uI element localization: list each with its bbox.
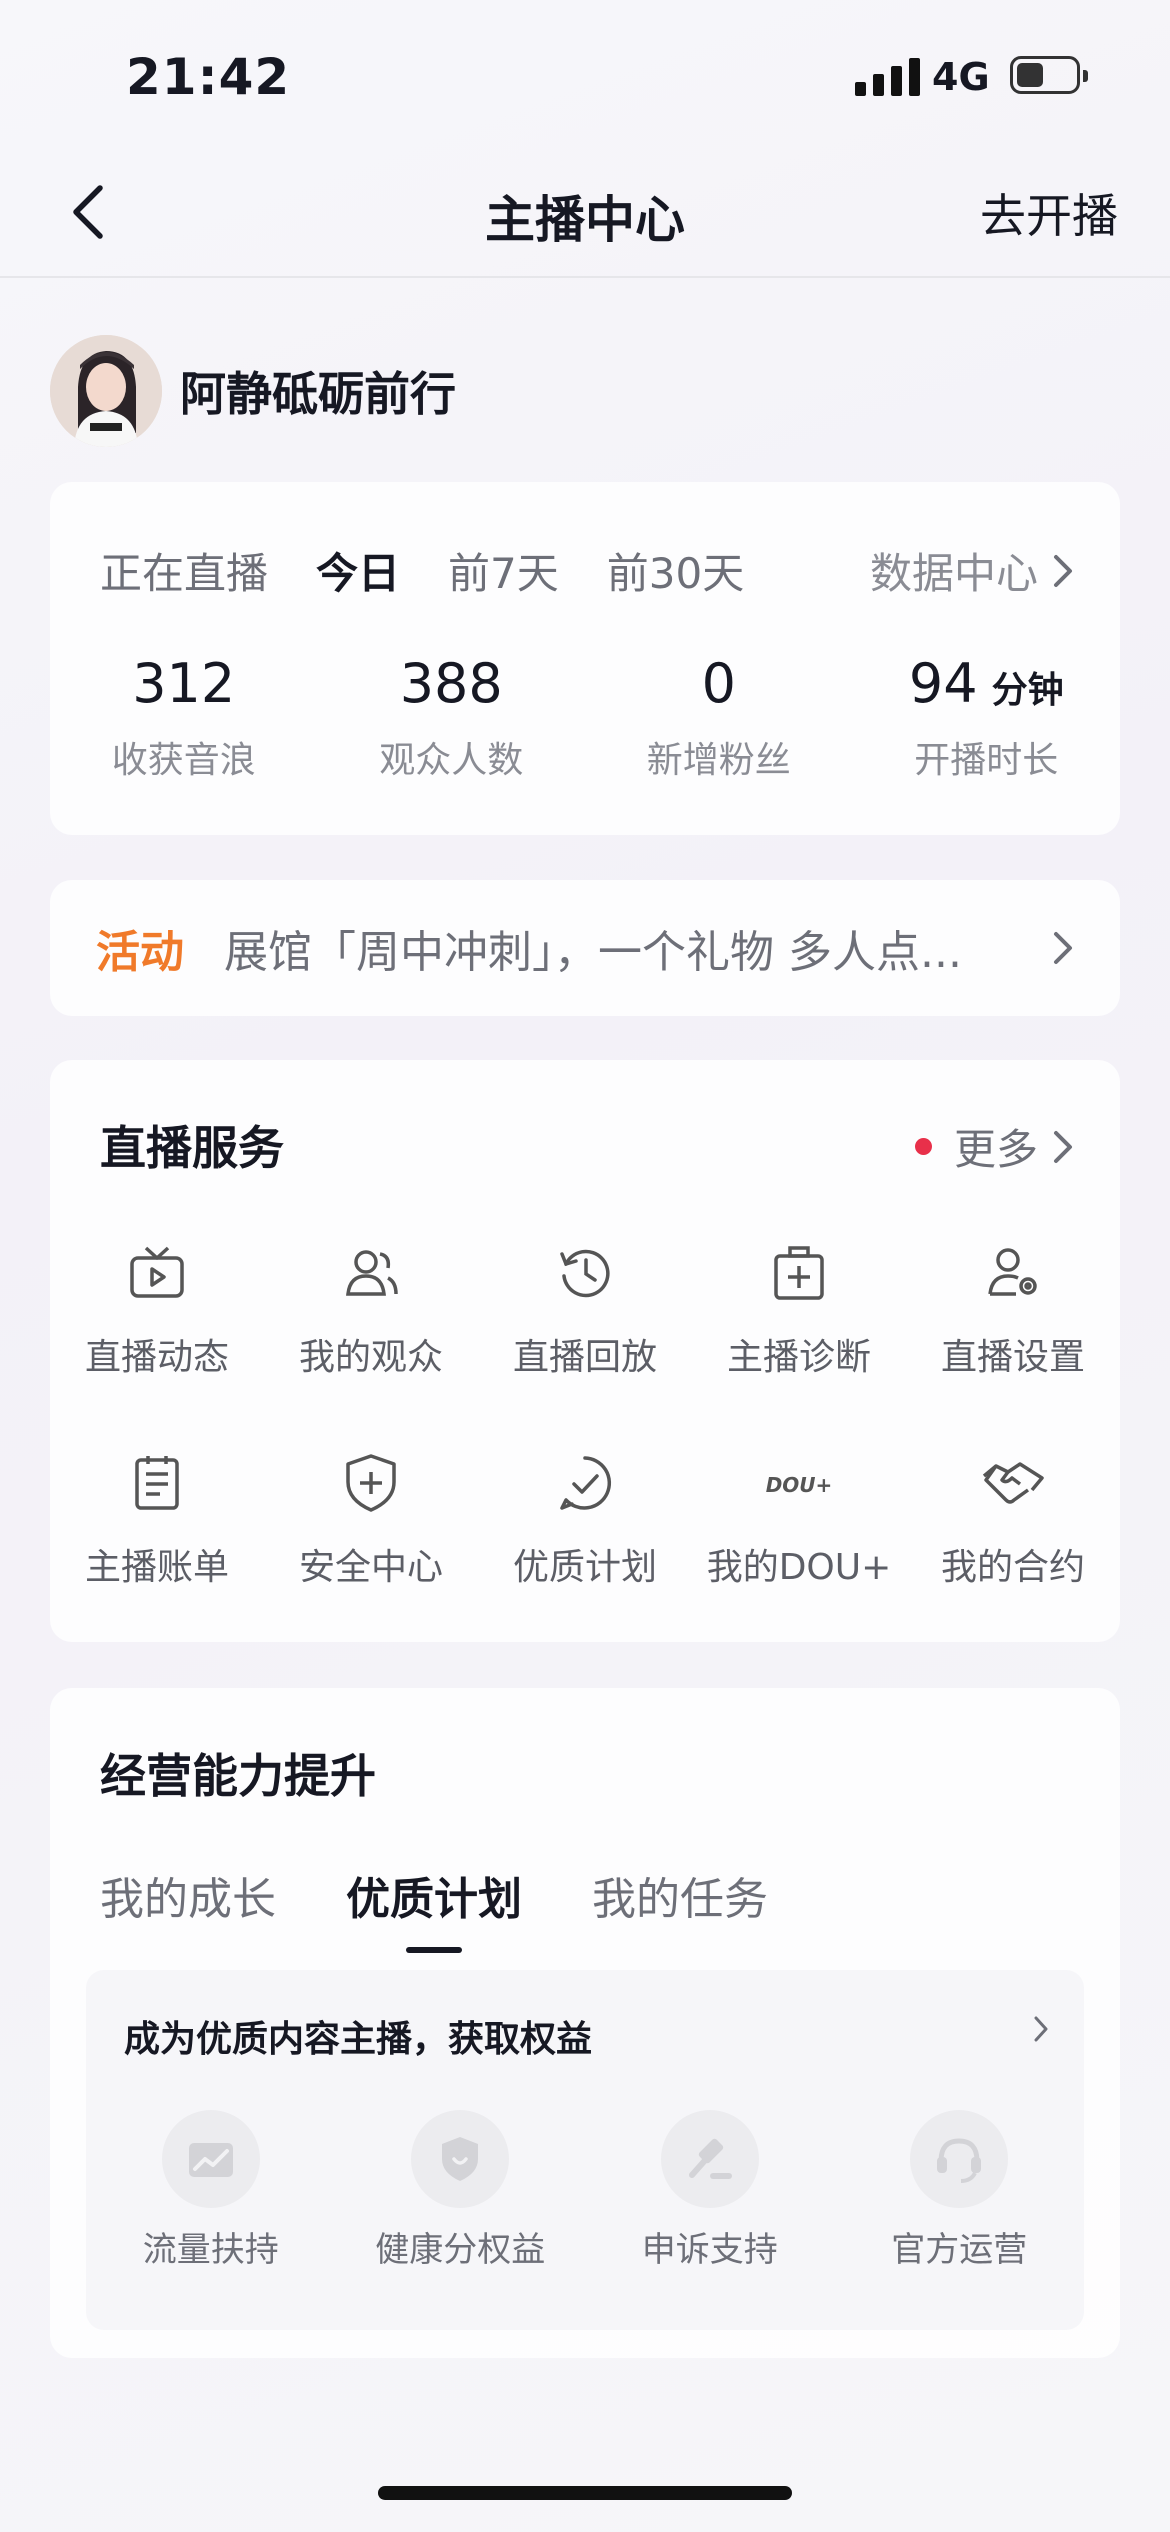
business-card: 经营能力提升 我的成长 优质计划 我的任务 成为优质内容主播，获取权益 流量扶持… bbox=[50, 1688, 1120, 2358]
more-link[interactable]: 更多 bbox=[914, 1116, 1074, 1177]
activity-tag: 活动 bbox=[96, 927, 184, 978]
stat-value: 312 bbox=[132, 652, 236, 715]
check-bubble-icon bbox=[560, 1456, 612, 1510]
stat-unit: 分钟 bbox=[991, 670, 1064, 711]
tab-today[interactable]: 今日 bbox=[316, 540, 400, 601]
stats-tabs: 正在直播 今日 前7天 前30天 bbox=[100, 540, 744, 601]
service-live-settings[interactable]: 直播设置 bbox=[906, 1240, 1120, 1380]
network-label: 4G bbox=[932, 55, 990, 99]
quality-plan-panel[interactable]: 成为优质内容主播，获取权益 流量扶持 健康分权益 申诉支持 官方运营 bbox=[86, 1970, 1084, 2330]
handshake-icon bbox=[982, 1462, 1044, 1504]
go-live-button[interactable]: 去开播 bbox=[980, 180, 1118, 246]
service-label: 优质计划 bbox=[512, 1547, 657, 1588]
stat-value: 0 bbox=[701, 652, 736, 715]
tab-quality-plan[interactable]: 优质计划 bbox=[346, 1863, 522, 1953]
stat-value: 94 分钟 bbox=[908, 652, 1064, 715]
data-center-label: 数据中心 bbox=[869, 549, 1038, 598]
section-title: 经营能力提升 bbox=[100, 1749, 376, 1803]
benefit-health-score[interactable]: 健康分权益 bbox=[336, 2110, 586, 2271]
service-label: 主播诊断 bbox=[726, 1337, 871, 1378]
stats-card: 正在直播 今日 前7天 前30天 数据中心 312 收获音浪 388 观众人数 … bbox=[50, 482, 1120, 835]
shield-plus-icon bbox=[346, 1454, 396, 1512]
service-contract[interactable]: 我的合约 bbox=[906, 1450, 1120, 1590]
stat-label: 观众人数 bbox=[379, 740, 524, 781]
tv-icon bbox=[130, 1246, 184, 1298]
data-center-link[interactable]: 数据中心 bbox=[870, 540, 1074, 601]
service-bill[interactable]: 主播账单 bbox=[50, 1450, 264, 1590]
tab-my-tasks[interactable]: 我的任务 bbox=[592, 1863, 768, 1927]
benefit-label: 健康分权益 bbox=[375, 2230, 546, 2270]
medical-kit-icon bbox=[774, 1246, 824, 1300]
tab-30-days[interactable]: 前30天 bbox=[607, 540, 744, 601]
shield-icon bbox=[411, 2110, 510, 2208]
service-label: 直播回放 bbox=[512, 1337, 657, 1378]
avatar[interactable] bbox=[50, 335, 162, 447]
stat-sound-waves[interactable]: 312 收获音浪 bbox=[50, 652, 318, 783]
section-title: 直播服务 bbox=[100, 1121, 284, 1175]
benefit-label: 申诉支持 bbox=[641, 2230, 778, 2270]
benefit-traffic[interactable]: 流量扶持 bbox=[86, 2110, 336, 2271]
tab-my-growth[interactable]: 我的成长 bbox=[100, 1863, 276, 1927]
stat-viewers[interactable]: 388 观众人数 bbox=[318, 652, 586, 783]
service-label: 我的观众 bbox=[298, 1337, 443, 1378]
activity-text: 展馆「周中冲刺」，一个礼物 多人点... bbox=[224, 927, 962, 978]
stat-new-fans[interactable]: 0 新增粉丝 bbox=[585, 652, 853, 783]
nav-bar: 主播中心 去开播 bbox=[0, 150, 1170, 278]
service-label: 我的DOU+ bbox=[706, 1547, 892, 1588]
service-label: 主播账单 bbox=[84, 1547, 229, 1588]
service-security[interactable]: 安全中心 bbox=[264, 1450, 478, 1590]
dou-plus-icon: DOU+ bbox=[766, 1473, 833, 1497]
bill-icon bbox=[135, 1456, 179, 1510]
headset-icon bbox=[910, 2110, 1009, 2208]
service-replay[interactable]: 直播回放 bbox=[478, 1240, 692, 1380]
panel-title: 成为优质内容主播，获取权益 bbox=[124, 2019, 593, 2060]
service-dou-plus[interactable]: DOU+ 我的DOU+ bbox=[692, 1450, 906, 1590]
stat-live-duration[interactable]: 94 分钟 开播时长 bbox=[853, 652, 1121, 783]
stat-value: 388 bbox=[399, 652, 503, 715]
status-bar: 21:42 4G bbox=[0, 0, 1170, 150]
benefit-label: 流量扶持 bbox=[142, 2230, 279, 2270]
service-label: 我的合约 bbox=[940, 1547, 1085, 1588]
user-name: 阿静砥砺前行 bbox=[180, 367, 456, 421]
live-services-card: 直播服务 更多 直播动态 我的观众 直播回放 主播诊断 直播设置 主播账单 安全… bbox=[50, 1060, 1120, 1642]
notification-dot bbox=[914, 1138, 932, 1155]
benefit-appeal[interactable]: 申诉支持 bbox=[585, 2110, 835, 2271]
chevron-right-icon bbox=[1054, 1130, 1072, 1163]
benefit-label: 官方运营 bbox=[891, 2230, 1028, 2270]
more-label: 更多 bbox=[953, 1125, 1038, 1174]
stat-label: 收获音浪 bbox=[111, 740, 256, 781]
gavel-icon bbox=[660, 2110, 759, 2208]
benefit-official-ops[interactable]: 官方运营 bbox=[835, 2110, 1085, 2271]
signal-icon bbox=[855, 58, 920, 96]
chevron-right-icon bbox=[1034, 2016, 1048, 2042]
replay-clock-icon bbox=[560, 1249, 610, 1298]
traffic-chart-icon bbox=[161, 2110, 260, 2208]
chevron-right-icon bbox=[1054, 932, 1072, 964]
service-label: 直播动态 bbox=[84, 1337, 229, 1378]
user-profile[interactable]: 阿静砥砺前行 bbox=[50, 335, 456, 447]
svg-text:DOU+: DOU+ bbox=[766, 1473, 832, 1497]
stat-label: 新增粉丝 bbox=[646, 740, 791, 781]
service-my-audience[interactable]: 我的观众 bbox=[264, 1240, 478, 1380]
users-icon bbox=[346, 1250, 398, 1296]
benefits-row: 流量扶持 健康分权益 申诉支持 官方运营 bbox=[86, 2110, 1084, 2271]
stat-label: 开播时长 bbox=[914, 740, 1059, 781]
user-settings-icon bbox=[988, 1248, 1037, 1296]
service-label: 直播设置 bbox=[940, 1337, 1085, 1378]
status-time: 21:42 bbox=[126, 48, 291, 106]
tab-live-now[interactable]: 正在直播 bbox=[100, 540, 268, 601]
service-live-feed[interactable]: 直播动态 bbox=[50, 1240, 264, 1380]
service-diagnosis[interactable]: 主播诊断 bbox=[692, 1240, 906, 1380]
service-label: 安全中心 bbox=[298, 1547, 443, 1588]
services-grid: 直播动态 我的观众 直播回放 主播诊断 直播设置 主播账单 安全中心 优质计划 bbox=[50, 1240, 1120, 1590]
chevron-right-icon bbox=[1054, 554, 1072, 587]
battery-icon bbox=[1010, 56, 1088, 94]
activity-banner[interactable]: 活动 展馆「周中冲刺」，一个礼物 多人点... bbox=[50, 880, 1120, 1016]
business-tabs: 我的成长 优质计划 我的任务 bbox=[100, 1863, 768, 1953]
stats-row: 312 收获音浪 388 观众人数 0 新增粉丝 94 分钟 开播时长 bbox=[50, 652, 1120, 783]
tab-7-days[interactable]: 前7天 bbox=[448, 540, 559, 601]
home-indicator[interactable] bbox=[378, 2486, 792, 2500]
service-quality-plan[interactable]: 优质计划 bbox=[478, 1450, 692, 1590]
